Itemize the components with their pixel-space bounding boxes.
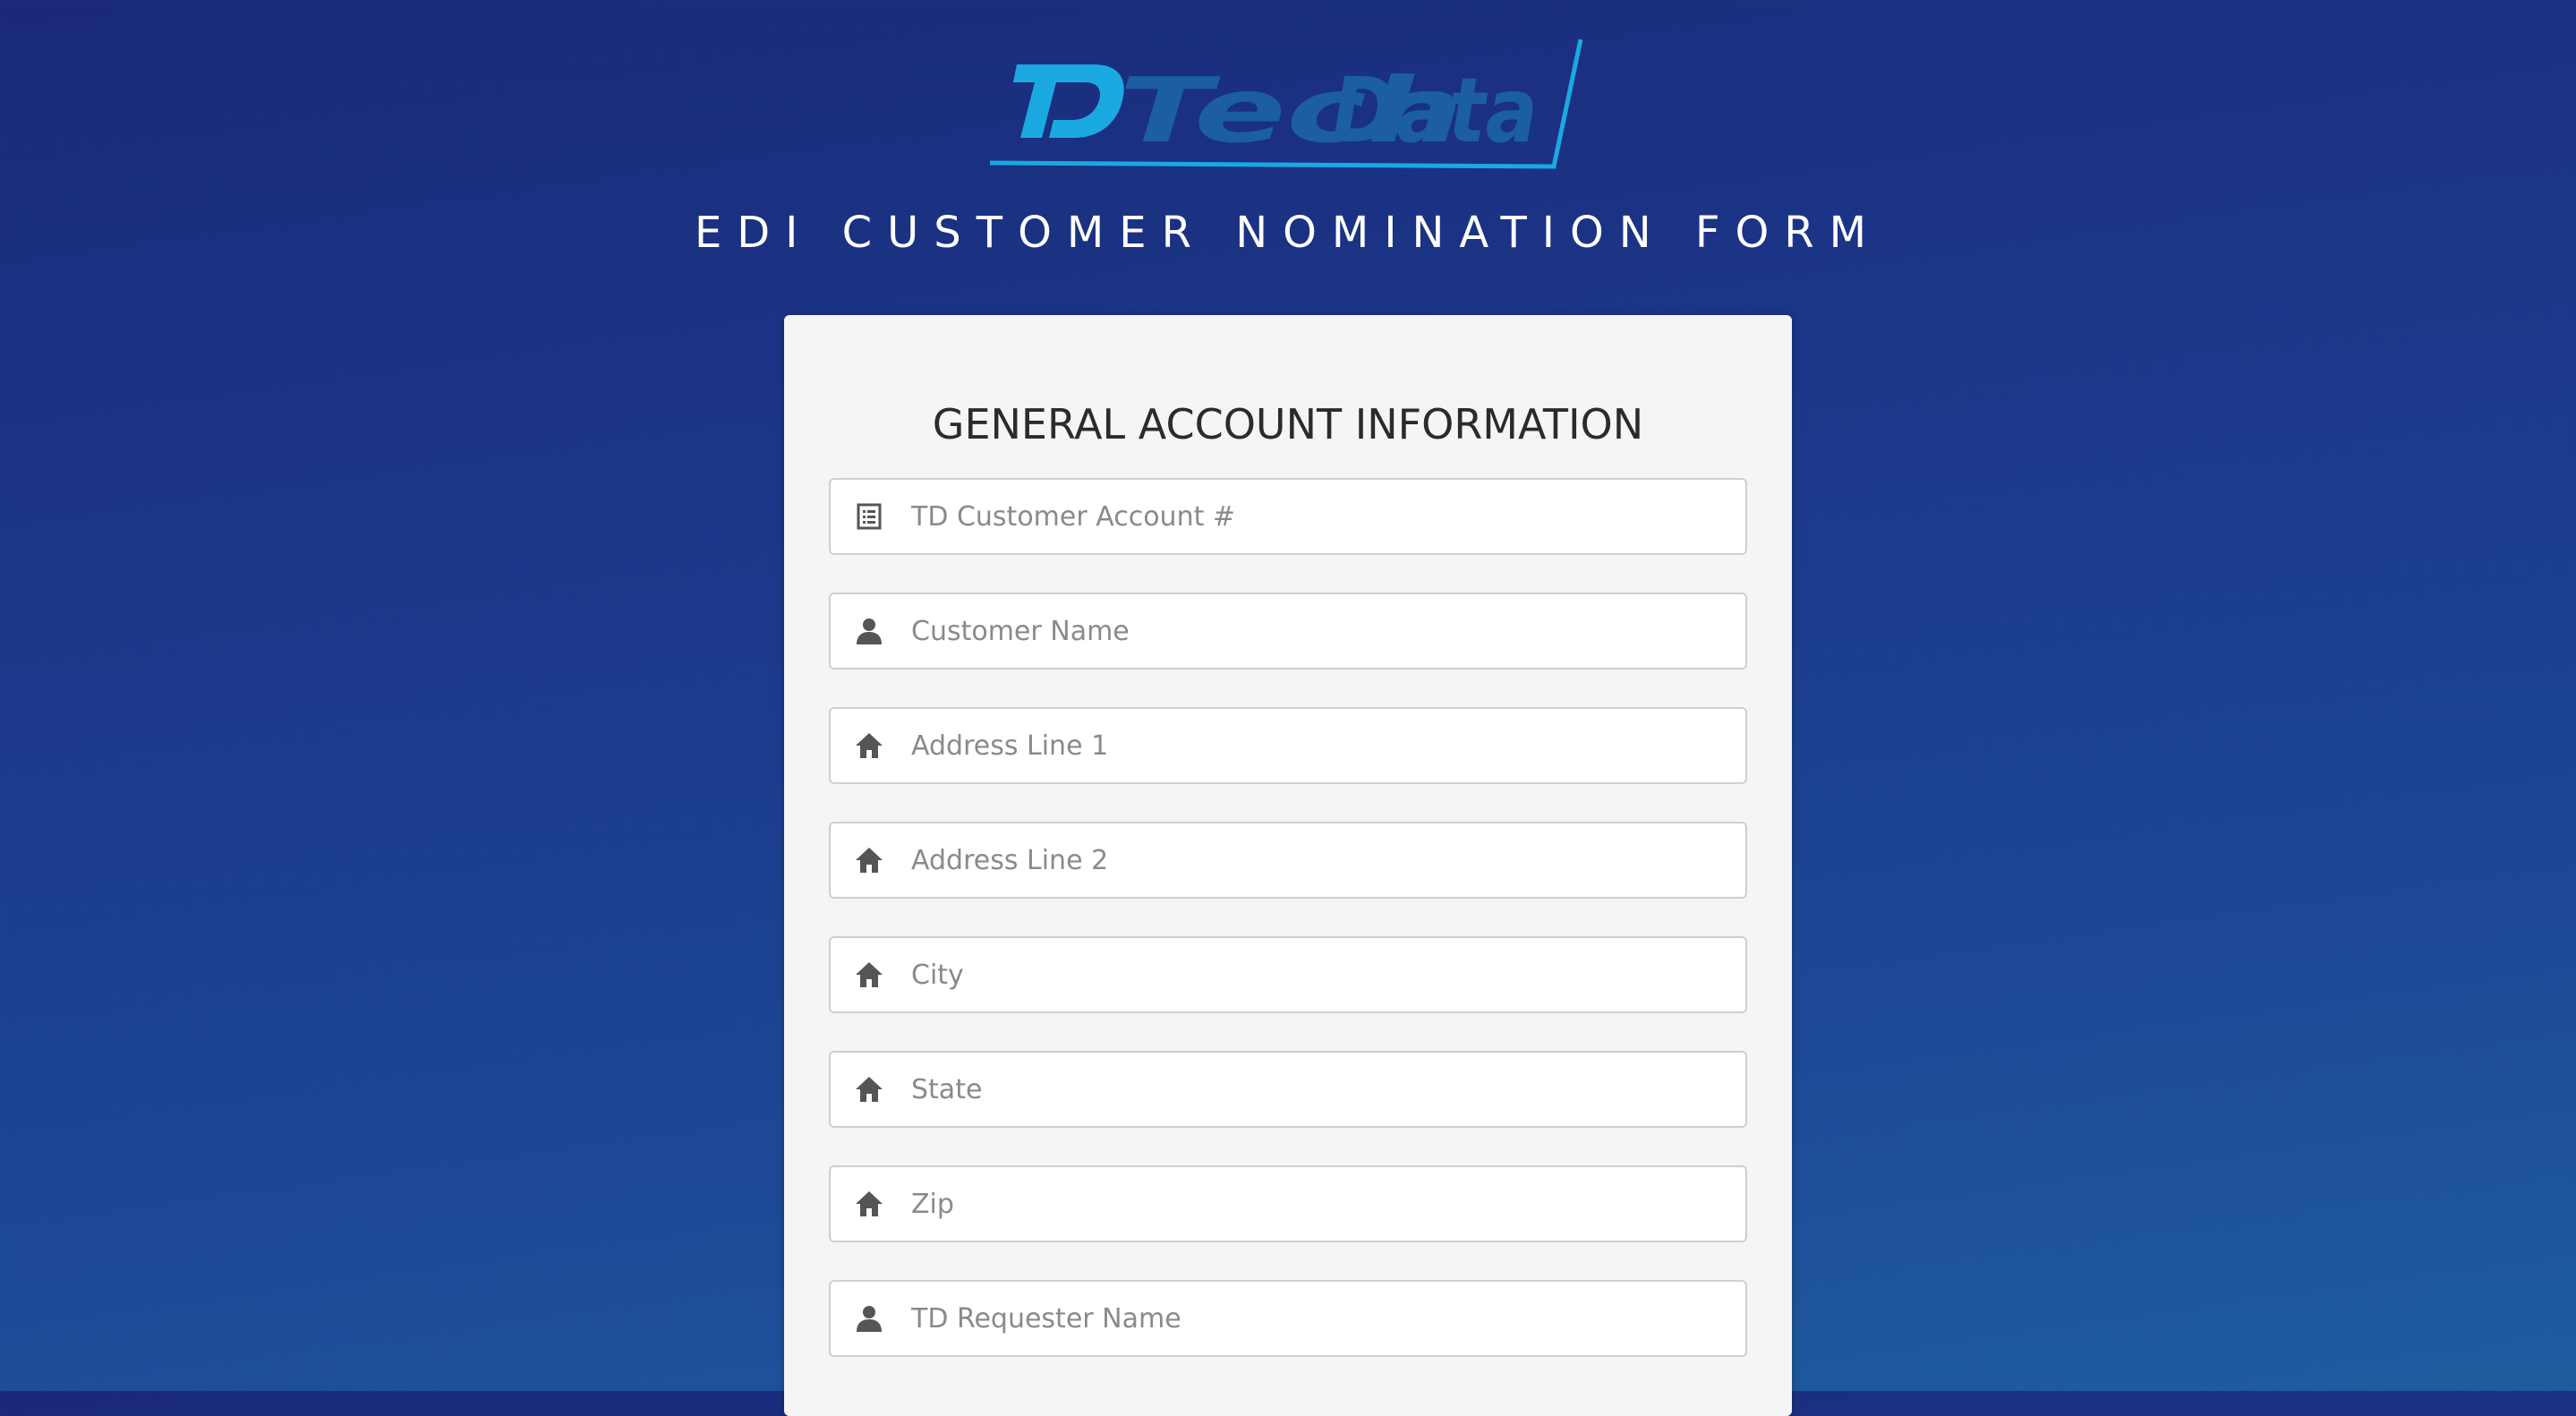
form-card: GENERAL ACCOUNT INFORMATION: [784, 315, 1792, 1416]
requester-name-field: [829, 1280, 1747, 1357]
home-icon: [854, 1074, 884, 1105]
svg-text:Data: Data: [1332, 58, 1538, 163]
city-input[interactable]: [911, 938, 1717, 1011]
state-input[interactable]: [911, 1053, 1717, 1126]
section-title: GENERAL ACCOUNT INFORMATION: [932, 400, 1644, 448]
customer-name-field: [829, 593, 1747, 670]
user-icon: [854, 1303, 884, 1334]
tech-data-logo: Tech Data: [985, 32, 1593, 175]
address-line-1-field: [829, 707, 1747, 784]
account-number-input[interactable]: [911, 480, 1717, 553]
city-field: [829, 936, 1747, 1013]
state-field: [829, 1051, 1747, 1128]
zip-input[interactable]: [911, 1167, 1717, 1241]
address-line-2-field: [829, 822, 1747, 899]
customer-name-input[interactable]: [911, 594, 1717, 668]
home-icon: [854, 730, 884, 761]
address-line-1-input[interactable]: [911, 709, 1717, 782]
home-icon: [854, 1189, 884, 1219]
list-icon: [854, 501, 884, 532]
account-number-field: [829, 478, 1747, 555]
home-icon: [854, 960, 884, 990]
address-line-2-input[interactable]: [911, 823, 1717, 897]
home-icon: [854, 845, 884, 875]
zip-field: [829, 1165, 1747, 1242]
page-title: EDI CUSTOMER NOMINATION FORM: [694, 208, 1882, 258]
requester-name-input[interactable]: [911, 1282, 1717, 1355]
user-icon: [854, 616, 884, 646]
